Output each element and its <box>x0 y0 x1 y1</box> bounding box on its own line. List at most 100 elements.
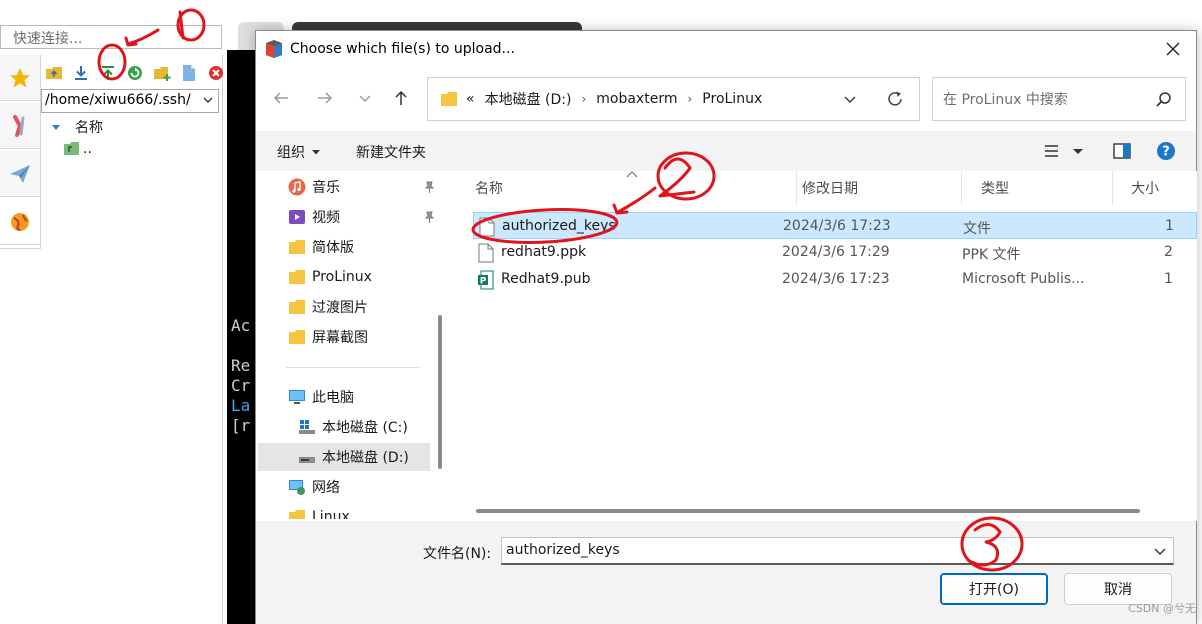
refresh-icon[interactable] <box>885 89 905 109</box>
terminal-line: [r <box>231 416 251 435</box>
nav-item-label: 视频 <box>312 210 340 226</box>
nav-item-this-pc[interactable]: 此电脑 <box>288 383 446 411</box>
nav-item-folder[interactable]: 简体版 <box>288 233 446 261</box>
new-folder-label: 新建文件夹 <box>356 145 426 161</box>
file-icon <box>478 243 494 263</box>
new-folder-button[interactable] <box>153 64 171 82</box>
nav-item-folder[interactable]: 过渡图片 <box>288 293 446 321</box>
file-name: Redhat9.pub <box>501 271 591 287</box>
nav-item-folder[interactable]: ProLinux <box>288 263 446 291</box>
chevron-down-icon <box>203 97 213 103</box>
video-icon <box>289 210 305 224</box>
nav-item-label: 本地磁盘 (D:) <box>322 450 409 466</box>
remote-parent-label: .. <box>83 141 92 157</box>
nav-item-network[interactable]: 网络 <box>288 473 446 501</box>
pin-icon <box>424 211 435 223</box>
file-size: 2 <box>1164 244 1173 260</box>
remote-tree-header[interactable]: 名称 <box>51 117 103 137</box>
nav-item-folder[interactable]: 屏幕截图 <box>288 323 446 351</box>
file-list-scrollbar[interactable] <box>476 509 1140 513</box>
back-button[interactable] <box>268 85 294 111</box>
folder-icon <box>289 270 305 284</box>
pin-icon <box>424 181 435 193</box>
breadcrumb-drive-d[interactable]: 本地磁盘 (D:) <box>485 89 572 109</box>
address-bar[interactable]: « 本地磁盘 (D:) › mobaxterm › ProLinux <box>427 77 920 121</box>
terminal-area[interactable]: Ac Re Cr La [r <box>227 50 257 624</box>
terminal-line: Re <box>231 356 251 375</box>
recent-locations-button[interactable] <box>352 85 378 111</box>
nav-item-videos[interactable]: 视频 <box>288 203 446 231</box>
breadcrumb-mobaxterm[interactable]: mobaxterm <box>596 91 677 107</box>
file-icon <box>479 217 495 237</box>
chevron-down-icon[interactable] <box>1153 544 1167 558</box>
caret-down-icon[interactable] <box>1072 141 1084 161</box>
close-icon[interactable] <box>1164 40 1182 58</box>
nav-item-label: 本地磁盘 (C:) <box>322 420 408 436</box>
folder-up-icon <box>46 67 62 79</box>
download-icon <box>75 66 87 80</box>
publisher-file-icon: P <box>478 270 494 290</box>
column-size[interactable]: 大小 <box>1111 171 1197 205</box>
download-button[interactable] <box>72 64 90 82</box>
breadcrumb-separator: › <box>687 92 693 106</box>
file-name: authorized_keys <box>502 218 616 234</box>
view-options-icon[interactable] <box>1042 141 1062 161</box>
remote-parent-entry[interactable]: .. <box>63 141 92 157</box>
new-folder-button[interactable]: 新建文件夹 <box>356 142 426 162</box>
tools-button[interactable] <box>0 103 40 149</box>
arrow-left-icon <box>273 92 288 104</box>
nav-item-drive-c[interactable]: 本地磁盘 (C:) <box>298 413 446 441</box>
up-button[interactable] <box>388 85 414 111</box>
globe-icon <box>11 212 29 231</box>
favorites-button[interactable] <box>0 55 40 101</box>
new-file-button[interactable] <box>180 64 198 82</box>
refresh-button[interactable] <box>126 64 144 82</box>
nav-item-drive-d[interactable]: 本地磁盘 (D:) <box>258 443 430 471</box>
sftp-button[interactable] <box>0 199 40 245</box>
help-icon[interactable]: ? <box>1156 141 1176 161</box>
svg-text:P: P <box>480 277 487 287</box>
column-type[interactable]: 类型 <box>961 171 1113 205</box>
sftp-toolbar <box>45 63 225 83</box>
music-icon <box>288 178 306 196</box>
file-row-authorized-keys[interactable]: authorized_keys 2024/3/6 17:23 文件 1 <box>473 212 1197 239</box>
dialog-title: Choose which file(s) to upload... <box>290 41 515 57</box>
quick-connect-input[interactable]: 快速连接... <box>0 25 222 49</box>
organize-button[interactable]: 组织 <box>277 142 321 162</box>
file-row-redhat9-pub[interactable]: P Redhat9.pub 2024/3/6 17:23 Microsoft P… <box>473 266 1197 293</box>
file-row-redhat9-ppk[interactable]: redhat9.ppk 2024/3/6 17:29 PPK 文件 2 <box>473 239 1197 266</box>
delete-button[interactable] <box>207 64 225 82</box>
nav-item-linux[interactable]: Linux <box>288 503 446 519</box>
column-name-label: 名称 <box>475 181 503 197</box>
filename-value: authorized_keys <box>506 542 620 558</box>
column-modified[interactable]: 修改日期 <box>782 171 962 205</box>
folder-icon <box>289 330 305 344</box>
star-icon <box>10 67 30 87</box>
file-size: 1 <box>1164 271 1173 287</box>
remote-path-combo[interactable]: /home/xiwu666/.ssh/ <box>41 89 219 113</box>
file-modified: 2024/3/6 17:29 <box>782 244 890 260</box>
terminal-line: Ac <box>231 316 251 335</box>
breadcrumb-prolinux[interactable]: ProLinux <box>702 91 762 107</box>
network-icon <box>289 480 305 495</box>
folder-icon <box>289 300 305 314</box>
nav-item-label: 音乐 <box>312 180 340 196</box>
filename-input[interactable]: authorized_keys <box>501 537 1174 565</box>
preview-pane-icon[interactable] <box>1112 141 1132 161</box>
mobaxterm-app-icon <box>266 40 282 58</box>
parent-folder-button[interactable] <box>45 64 63 82</box>
nav-item-music[interactable]: 音乐 <box>288 173 446 201</box>
breadcrumb-overflow[interactable]: « <box>466 91 475 107</box>
windows-drive-icon <box>299 420 315 434</box>
expand-triangle-icon <box>52 125 60 130</box>
forward-button[interactable] <box>312 85 338 111</box>
macros-button[interactable] <box>0 151 40 197</box>
side-rail <box>0 55 41 624</box>
upload-button[interactable] <box>99 64 117 82</box>
nav-scrollbar[interactable] <box>438 315 442 469</box>
dialog-footer: 文件名(N): authorized_keys 打开(O) 取消 <box>256 521 1196 624</box>
chevron-down-icon[interactable] <box>843 92 857 106</box>
open-button[interactable]: 打开(O) <box>940 573 1048 605</box>
chevron-down-icon <box>359 95 371 103</box>
search-input[interactable]: 在 ProLinux 中搜索 <box>932 77 1186 121</box>
